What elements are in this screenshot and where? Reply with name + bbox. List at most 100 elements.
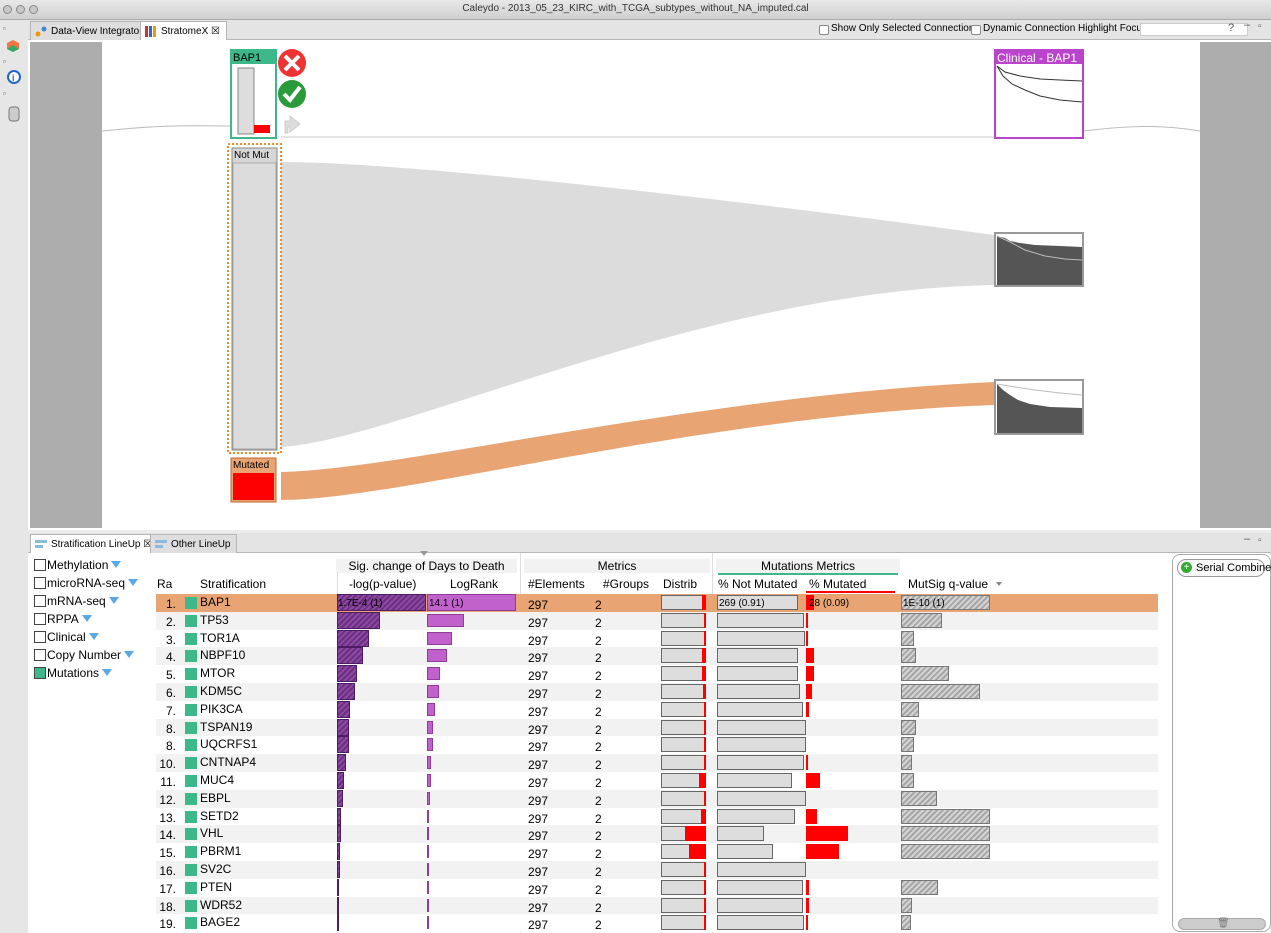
distribution-bar: [661, 808, 706, 824]
stratomex-graph: [101, 49, 1201, 503]
tab-other-lineup[interactable]: Other LineUp: [150, 534, 238, 553]
table-row[interactable]: 3. TOR1A 297 2: [156, 629, 1158, 648]
filter-icon[interactable]: [128, 579, 139, 586]
dataset-checkbox[interactable]: [34, 631, 46, 643]
not-mutated-bar: [717, 862, 806, 877]
group-mut-header[interactable]: Mutations Metrics: [716, 559, 900, 573]
filter-icon[interactable]: [111, 561, 122, 568]
logrank-bar: [427, 613, 465, 627]
dataset-item[interactable]: Methylation: [34, 558, 122, 572]
stratification-header[interactable]: Stratification: [200, 577, 266, 591]
mutsig-bar: [901, 737, 915, 753]
move-column-icon[interactable]: [284, 114, 301, 134]
filter-icon[interactable]: [108, 597, 119, 604]
groups-cell: 2: [595, 722, 602, 737]
confirm-column-icon[interactable]: [278, 80, 306, 108]
dataset-checkbox[interactable]: [34, 667, 46, 679]
group-metrics-header[interactable]: Metrics: [524, 559, 710, 573]
pval-value: 1.7E-4 (1): [338, 598, 383, 609]
mutsig-bar: [901, 648, 917, 664]
table-row[interactable]: 8. UQCRFS1 297 2: [156, 736, 1158, 755]
table-row[interactable]: 4. NBPF10 297 2: [156, 647, 1158, 666]
dataset-label: Clinical: [47, 630, 86, 644]
table-row[interactable]: 16. SV2C 297 2: [156, 861, 1158, 879]
group-color-swatch: [185, 686, 197, 698]
logrank-bar: [427, 667, 441, 681]
lineup-icon: [155, 540, 167, 548]
dataset-checkbox[interactable]: [34, 595, 46, 607]
groups-cell: 2: [595, 865, 602, 879]
dataset-checkbox[interactable]: [34, 649, 46, 661]
sort-indicator-icon[interactable]: [420, 551, 428, 556]
filter-icon[interactable]: [88, 633, 99, 640]
remove-column-icon[interactable]: [278, 49, 306, 77]
groups-header[interactable]: #Groups: [603, 577, 649, 591]
pval-bar: [337, 789, 344, 807]
table-row[interactable]: 18. WDR52 297 2: [156, 896, 1158, 915]
table-row[interactable]: 7. PIK3CA 297 2: [156, 700, 1158, 719]
table-row[interactable]: 2. TP53 297 2: [156, 611, 1158, 630]
group-color-swatch: [185, 739, 197, 752]
dataset-item[interactable]: microRNA-seq: [34, 576, 139, 590]
serial-combiner-button[interactable]: + Serial Combiner: [1177, 559, 1271, 577]
logrank-bar: [427, 880, 429, 894]
distrib-header[interactable]: Distrib: [663, 577, 697, 591]
filter-icon[interactable]: [102, 669, 113, 676]
notmut-header[interactable]: % Not Mutated: [718, 577, 797, 591]
dataset-item[interactable]: Copy Number: [34, 648, 135, 662]
filter-icon[interactable]: [81, 615, 92, 622]
trash-button[interactable]: 🗑: [1178, 918, 1266, 930]
mutated-header[interactable]: % Mutated: [809, 577, 866, 591]
table-row[interactable]: 8. TSPAN19 297 2: [156, 718, 1158, 737]
distribution-mutated: [704, 879, 706, 895]
not-mutated-bar: [717, 755, 805, 771]
dataset-item[interactable]: Mutations: [34, 666, 113, 680]
pval-header[interactable]: -log(p-value): [349, 577, 416, 591]
minimize-lower-icon[interactable]: –: [1244, 533, 1250, 545]
logrank-header[interactable]: LogRank: [450, 577, 498, 591]
maximize-lower-icon[interactable]: ▫: [1258, 535, 1262, 546]
groups-cell: 2: [595, 882, 602, 897]
dataset-item[interactable]: RPPA: [34, 612, 92, 626]
dataset-checkbox[interactable]: [34, 559, 46, 571]
filter-icon[interactable]: [124, 651, 135, 658]
rank-cell: 13.: [159, 810, 176, 825]
group-sig-header[interactable]: Sig. change of Days to Death: [336, 559, 517, 573]
tab-stratification-lineup[interactable]: Stratification LineUp ☒: [30, 534, 160, 553]
rank-header[interactable]: Ra: [157, 577, 172, 591]
table-row[interactable]: 10. CNTNAP4 297 2: [156, 754, 1158, 773]
elements-cell: 297: [528, 829, 549, 844]
table-row[interactable]: 1. BAP1 1.7E-4 (1) 14.1 (1) 297 2 269 (0.91) 28…: [156, 594, 1158, 612]
table-row[interactable]: 17. PTEN 297 2: [156, 878, 1158, 897]
table-row[interactable]: 14. VHL 297 2: [156, 825, 1158, 844]
logrank-bar: [427, 774, 431, 787]
groups-cell: 2: [595, 776, 602, 790]
not-mutated-bar: [717, 915, 805, 931]
distribution-bar: [661, 755, 706, 771]
elements-cell: 297: [528, 633, 549, 648]
table-row[interactable]: 12. EBPL 297 2: [156, 789, 1158, 808]
dataset-checkbox[interactable]: [34, 613, 46, 625]
not-mutated-bar: [717, 826, 765, 842]
dataset-checkbox[interactable]: [34, 577, 46, 589]
logrank-bar: [427, 649, 447, 663]
table-row[interactable]: 6. KDM5C 297 2: [156, 683, 1158, 701]
table-row[interactable]: 11. MUC4 297 2: [156, 772, 1158, 790]
table-row[interactable]: 19. BAGE2 297 2: [156, 914, 1158, 933]
dataset-item[interactable]: Clinical: [34, 630, 99, 644]
mutsig-header[interactable]: MutSig q-value: [908, 577, 988, 591]
mutsig-menu-icon[interactable]: [996, 582, 1002, 586]
elements-header[interactable]: #Elements: [528, 577, 585, 591]
table-row[interactable]: 5. MTOR 297 2: [156, 665, 1158, 684]
logrank-bar: [427, 738, 434, 752]
elements-cell: 297: [528, 651, 549, 666]
table-row[interactable]: 15. PBRM1 297 2: [156, 843, 1158, 862]
dataset-item[interactable]: mRNA-seq: [34, 594, 119, 608]
rank-cell: 8.: [165, 739, 176, 754]
table-row[interactable]: 13. SETD2 297 2: [156, 807, 1158, 826]
elements-cell: 297: [528, 598, 549, 612]
distribution-bar: [661, 595, 706, 610]
dataset-label: Copy Number: [47, 648, 122, 662]
mutated-bar: [806, 879, 809, 895]
not-mutated-bar: [717, 666, 798, 682]
